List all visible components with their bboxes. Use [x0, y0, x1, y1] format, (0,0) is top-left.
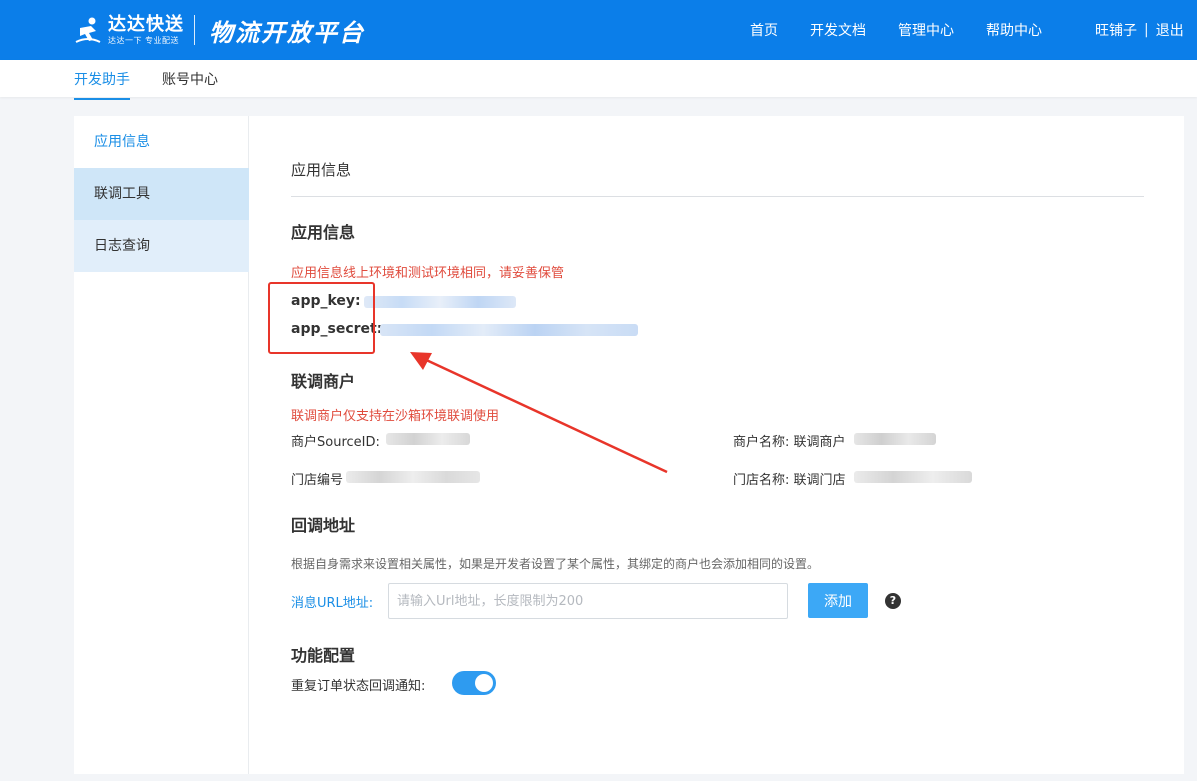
- annotation-arrow-icon: [410, 352, 668, 474]
